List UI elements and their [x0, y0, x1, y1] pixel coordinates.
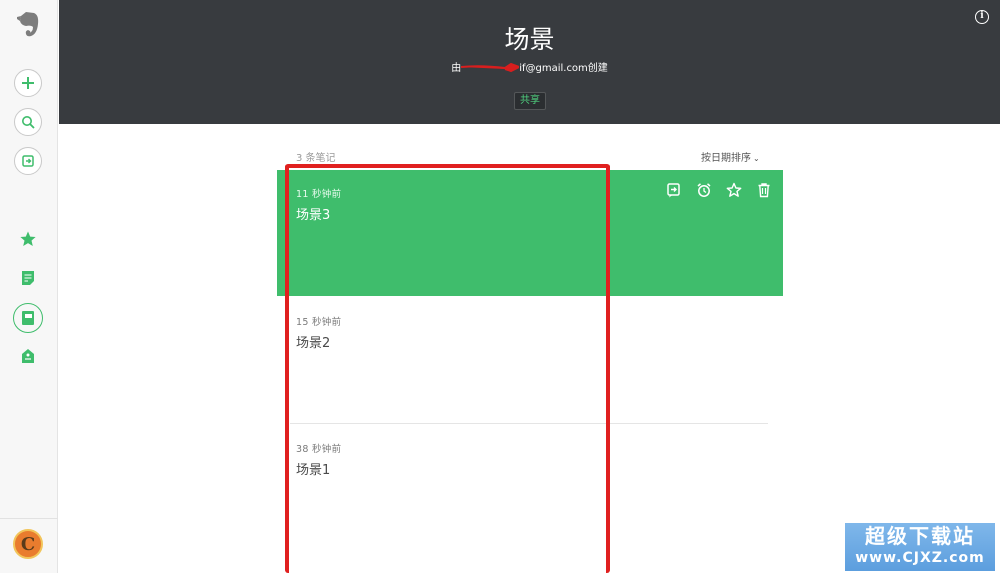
info-icon[interactable]: i [975, 10, 989, 24]
evernote-logo-icon[interactable] [15, 10, 41, 38]
owner-prefix: 由 [451, 63, 462, 74]
chevron-down-icon: ⌄ [753, 154, 760, 163]
star-icon [726, 182, 742, 197]
avatar[interactable]: C [13, 529, 43, 559]
watermark: 超级下载站 www.CJXZ.com [845, 523, 995, 571]
note-title: 场景1 [296, 463, 331, 478]
tags-button[interactable] [18, 346, 38, 366]
delete-button[interactable] [755, 181, 773, 199]
trash-icon [758, 183, 770, 198]
work-chat-button[interactable] [14, 147, 42, 175]
work-chat-icon [22, 155, 34, 167]
alarm-clock-icon [697, 183, 711, 197]
note-title: 场景3 [296, 208, 331, 223]
note-count: 3 条笔记 [296, 153, 336, 164]
notebooks-button[interactable] [13, 303, 43, 333]
note-time: 11 秒钟前 [296, 189, 342, 200]
note-title: 场景2 [296, 336, 331, 351]
owner-suffix: 创建 [587, 63, 608, 74]
avatar-letter: C [20, 533, 36, 555]
sidebar-divider [0, 518, 58, 519]
sort-label: 按日期排序 [701, 153, 751, 164]
note-item[interactable]: 38 秒钟前 场景1 [277, 425, 783, 551]
search-button[interactable] [14, 108, 42, 136]
notebook-icon [22, 311, 34, 325]
redaction-mark [461, 61, 522, 76]
notebook-owner: 由 if@gmail.com创建 [59, 59, 1000, 76]
watermark-line2: www.CJXZ.com [855, 550, 985, 566]
note-item[interactable]: 15 秒钟前 场景2 [277, 298, 783, 424]
sort-dropdown[interactable]: 按日期排序 ⌄ [701, 149, 760, 164]
watermark-line1: 超级下载站 [865, 524, 975, 548]
note-icon [22, 271, 34, 285]
star-icon [20, 231, 36, 246]
shortcut-button[interactable] [725, 181, 743, 199]
plus-icon [22, 77, 34, 89]
note-divider [290, 423, 768, 424]
new-note-button[interactable] [14, 69, 42, 97]
reminder-button[interactable] [695, 181, 713, 199]
notebook-header: 场景 由 if@gmail.com创建 共享 i [59, 0, 1000, 124]
sidebar: C [0, 0, 58, 573]
note-actions [665, 181, 773, 199]
search-icon [22, 116, 35, 129]
notebook-title: 场景 [504, 25, 555, 54]
notes-button[interactable] [18, 268, 38, 288]
owner-email: if@gmail.com [519, 63, 588, 74]
share-note-button[interactable] [665, 181, 683, 199]
work-chat-icon [667, 183, 680, 198]
share-button[interactable]: 共享 [514, 92, 546, 110]
shortcuts-button[interactable] [18, 229, 38, 249]
note-time: 38 秒钟前 [296, 444, 342, 455]
tag-icon [22, 349, 34, 363]
note-item-selected[interactable]: 11 秒钟前 场景3 [277, 170, 783, 296]
note-time: 15 秒钟前 [296, 317, 342, 328]
